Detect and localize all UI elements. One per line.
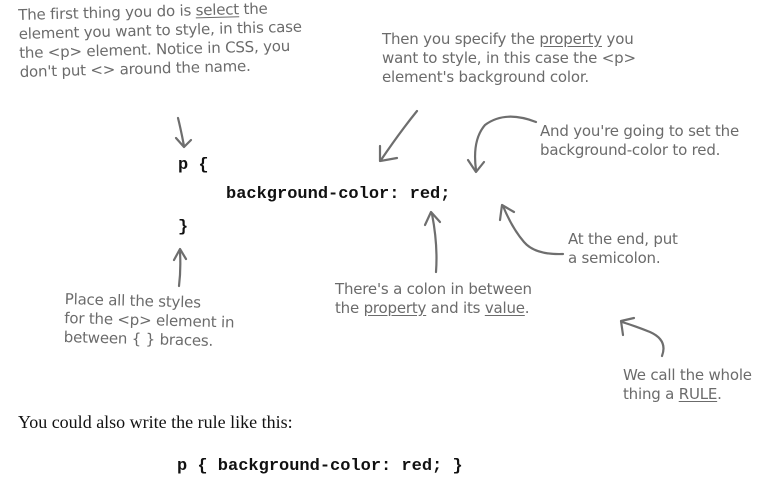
code-line-declaration: background-color: red; <box>226 185 451 204</box>
underlined-word-rule: RULE <box>678 385 718 403</box>
annotation-colon-line-2: the property and its value. <box>335 299 532 318</box>
code-line-close-brace: } <box>178 218 189 237</box>
annotation-property-line-3: element's background color. <box>382 68 589 86</box>
annotation-colon-line-1: There's a colon in between <box>335 280 532 298</box>
text: you <box>601 30 634 48</box>
annotation-semicolon-line-1: At the end, put <box>568 230 678 248</box>
annotation-rule: We call the whole thing a RULE. <box>623 366 752 404</box>
text: the <box>335 299 364 317</box>
underlined-word-value: value <box>484 299 525 317</box>
annotation-select: The first thing you do is select the ele… <box>18 0 303 82</box>
annotation-semicolon-line-2: a semicolon. <box>568 249 661 267</box>
annotation-semicolon: At the end, put a semicolon. <box>568 230 678 268</box>
text: . <box>717 385 722 403</box>
annotation-colon: There's a colon in between the property … <box>335 280 532 318</box>
arrow-to-selector-icon <box>174 116 193 149</box>
text: the <box>238 0 268 19</box>
annotation-braces-line-3: between { } braces. <box>63 327 214 350</box>
prose-paragraph: You could also write the rule like this: <box>18 412 293 432</box>
underlined-word-property: property <box>363 299 427 317</box>
arrow-to-value-icon <box>466 115 538 174</box>
arrow-to-rule-icon <box>619 316 665 358</box>
text: Then you specify the <box>382 30 540 48</box>
annotation-rule-line-1: We call the whole <box>623 366 752 384</box>
text: . <box>524 299 530 317</box>
annotation-braces: Place all the styles for the <p> element… <box>64 290 236 351</box>
arrow-to-property-icon <box>378 109 419 163</box>
annotation-rule-line-2: thing a RULE. <box>623 385 752 404</box>
annotation-value-line-2: background-color to red. <box>540 141 721 159</box>
code-oneline: p { background-color: red; } <box>177 457 463 476</box>
code-line-selector: p { <box>178 156 209 175</box>
text: and its <box>426 299 485 317</box>
annotation-property: Then you specify the property you want t… <box>382 30 636 87</box>
underlined-word-property: property <box>539 30 602 48</box>
annotation-property-line-1: Then you specify the property you <box>382 30 636 49</box>
underlined-word-select: select <box>195 0 240 20</box>
arrow-to-close-brace-icon <box>172 247 188 288</box>
annotation-property-line-2: want to style, in this case the <p> <box>382 49 636 67</box>
annotation-value-line-1: And you're going to set the <box>540 122 739 140</box>
arrow-to-colon-icon <box>423 210 442 274</box>
arrow-to-semicolon-icon <box>498 203 565 256</box>
annotation-value: And you're going to set the background-c… <box>540 122 739 160</box>
text: thing a <box>623 385 679 403</box>
